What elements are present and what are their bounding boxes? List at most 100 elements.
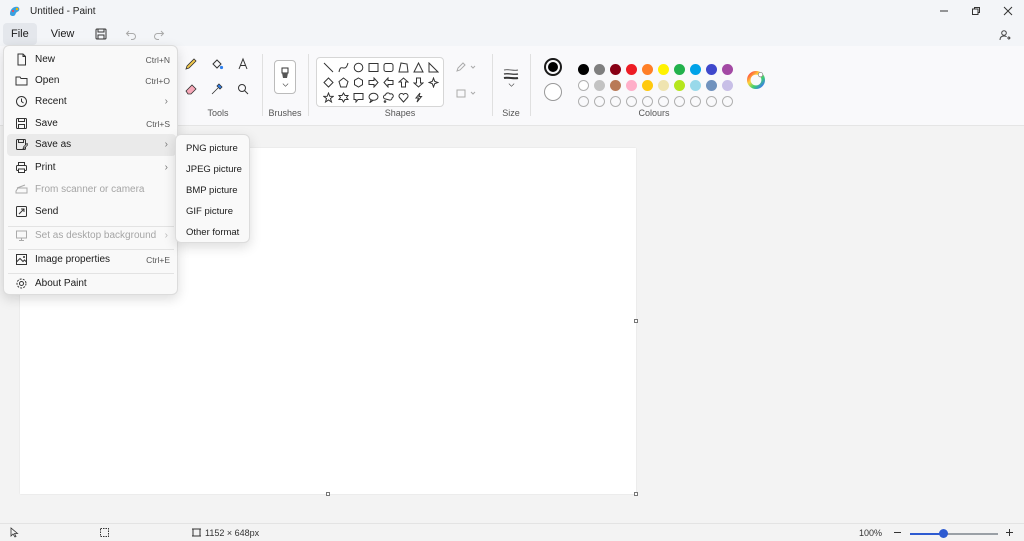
color-swatch[interactable] (690, 64, 701, 75)
up-arrow-shape[interactable] (396, 75, 411, 90)
color-swatch[interactable] (690, 80, 701, 91)
custom-color-slot[interactable] (722, 96, 733, 107)
custom-color-slot[interactable] (578, 96, 589, 107)
share-button[interactable] (992, 24, 1018, 46)
custom-color-slot[interactable] (626, 96, 637, 107)
line-shape[interactable] (321, 60, 336, 75)
secondary-color-button[interactable] (544, 83, 562, 101)
custom-color-slot[interactable] (706, 96, 717, 107)
polygon-shape[interactable] (396, 60, 411, 75)
down-arrow-shape[interactable] (411, 75, 426, 90)
zoom-out-icon[interactable] (892, 527, 903, 538)
magnifier-tool[interactable] (234, 80, 252, 98)
menu-item-about[interactable]: About Paint (7, 273, 176, 295)
zoom-in-icon[interactable] (1004, 527, 1015, 538)
color-swatch[interactable] (674, 80, 685, 91)
redo-button[interactable] (146, 23, 172, 45)
color-swatch[interactable] (594, 64, 605, 75)
triangle-shape[interactable] (411, 60, 426, 75)
outline-button[interactable] (454, 58, 480, 76)
custom-color-slot[interactable] (594, 96, 605, 107)
save-as-jpeg[interactable]: JPEG picture (179, 159, 247, 179)
color-swatch[interactable] (610, 80, 621, 91)
menu-item-shortcut: Ctrl+S (146, 119, 170, 129)
custom-color-slot[interactable] (642, 96, 653, 107)
four-point-star-shape[interactable] (426, 75, 441, 90)
quick-save-button[interactable] (88, 23, 114, 45)
save-as-png[interactable]: PNG picture (179, 138, 247, 158)
right-arrow-shape[interactable] (366, 75, 381, 90)
heart-shape[interactable] (396, 90, 411, 105)
rect-callout-shape[interactable] (351, 90, 366, 105)
custom-color-slot[interactable] (610, 96, 621, 107)
color-swatch[interactable] (658, 80, 669, 91)
color-swatch[interactable] (674, 64, 685, 75)
color-swatch[interactable] (610, 64, 621, 75)
fill-button[interactable] (454, 84, 480, 102)
view-menu-button[interactable]: View (43, 23, 83, 45)
pencil-tool[interactable] (182, 55, 200, 73)
pentagon-shape[interactable] (336, 75, 351, 90)
color-swatch[interactable] (642, 80, 653, 91)
resize-handle-bottom[interactable] (326, 492, 330, 496)
color-swatch[interactable] (642, 64, 653, 75)
color-swatch[interactable] (722, 80, 733, 91)
menu-item-set-desktop-background[interactable]: Set as desktop background › (7, 225, 176, 247)
color-swatch[interactable] (578, 80, 589, 91)
color-swatch[interactable] (706, 64, 717, 75)
rounded-rectangle-shape[interactable] (381, 60, 396, 75)
text-icon (238, 57, 248, 70)
diamond-shape[interactable] (321, 75, 336, 90)
custom-color-slot[interactable] (658, 96, 669, 107)
color-swatch[interactable] (658, 64, 669, 75)
rectangle-shape[interactable] (366, 60, 381, 75)
close-button[interactable] (992, 0, 1024, 22)
save-as-gif[interactable]: GIF picture (179, 201, 247, 221)
oval-callout-shape[interactable] (366, 90, 381, 105)
menu-item-print[interactable]: Print › (7, 157, 176, 179)
menu-item-image-properties[interactable]: Image properties Ctrl+E (7, 249, 176, 271)
menu-item-new[interactable]: New Ctrl+N (7, 49, 176, 71)
right-triangle-shape[interactable] (426, 60, 441, 75)
hexagon-shape[interactable] (351, 75, 366, 90)
menu-item-open[interactable]: Open Ctrl+O (7, 70, 176, 92)
primary-color-button[interactable] (544, 58, 562, 76)
menu-item-save-as[interactable]: Save as › (7, 134, 176, 156)
undo-button[interactable] (118, 23, 144, 45)
lightning-shape[interactable] (411, 90, 426, 105)
curve-shape[interactable] (336, 60, 351, 75)
size-button[interactable] (501, 64, 521, 90)
color-swatch[interactable] (578, 64, 589, 75)
zoom-slider-thumb[interactable] (939, 529, 949, 538)
restore-button[interactable] (960, 0, 992, 22)
cloud-callout-shape[interactable] (381, 90, 396, 105)
custom-color-slot[interactable] (690, 96, 701, 107)
zoom-slider[interactable] (910, 529, 998, 538)
brushes-button[interactable] (274, 60, 296, 94)
left-arrow-shape[interactable] (381, 75, 396, 90)
eraser-tool[interactable] (182, 80, 200, 98)
color-swatch[interactable] (626, 80, 637, 91)
minimize-button[interactable] (928, 0, 960, 22)
resize-handle-corner[interactable] (634, 492, 638, 496)
custom-color-slot[interactable] (674, 96, 685, 107)
color-swatch[interactable] (722, 64, 733, 75)
color-swatch[interactable] (594, 80, 605, 91)
color-swatch[interactable] (626, 64, 637, 75)
save-as-bmp[interactable]: BMP picture (179, 180, 247, 200)
menu-item-from-scanner[interactable]: From scanner or camera (7, 179, 176, 201)
save-as-other-format[interactable]: Other format (179, 222, 247, 242)
fill-tool[interactable] (208, 55, 226, 73)
edit-colours-button[interactable] (746, 70, 766, 90)
six-point-star-shape[interactable] (336, 90, 351, 105)
text-tool[interactable] (234, 55, 252, 73)
oval-shape[interactable] (351, 60, 366, 75)
menu-item-send[interactable]: Send (7, 201, 176, 223)
file-menu-button[interactable]: File (3, 23, 37, 45)
menu-item-save[interactable]: Save Ctrl+S (7, 113, 176, 135)
color-swatch[interactable] (706, 80, 717, 91)
resize-handle-right[interactable] (634, 319, 638, 323)
menu-item-recent[interactable]: Recent › (7, 91, 176, 113)
five-point-star-shape[interactable] (321, 90, 336, 105)
color-picker-tool[interactable] (208, 80, 226, 98)
